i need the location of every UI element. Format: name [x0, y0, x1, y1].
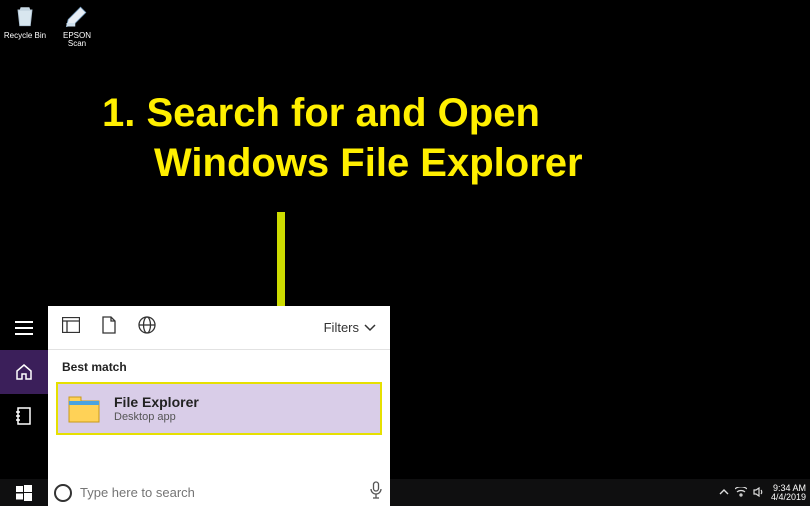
- instruction-annotation: 1. Search for and Open Windows File Expl…: [102, 88, 583, 188]
- instruction-line-1: 1. Search for and Open: [102, 88, 583, 138]
- home-icon: [15, 363, 33, 381]
- best-match-heading: Best match: [48, 350, 390, 382]
- windows-logo-icon: [16, 485, 32, 501]
- document-icon: [102, 316, 116, 334]
- tray-chevron-icon[interactable]: [719, 488, 729, 498]
- search-result-texts: File Explorer Desktop app: [114, 394, 199, 423]
- search-input[interactable]: [80, 485, 362, 500]
- home-button[interactable]: [0, 350, 48, 394]
- filters-button[interactable]: Filters: [324, 320, 376, 335]
- cortana-icon: [54, 484, 72, 502]
- apps-icon: [62, 317, 80, 333]
- search-panel-area: Filters Best match File Explorer Desktop…: [0, 306, 390, 506]
- scanner-icon: [63, 2, 91, 30]
- menu-button[interactable]: [0, 306, 48, 350]
- file-explorer-icon: [68, 395, 100, 423]
- taskbar: [0, 479, 810, 506]
- web-scope-button[interactable]: [138, 316, 156, 339]
- desktop-icon-recycle-bin[interactable]: Recycle Bin: [2, 2, 48, 48]
- notebook-button[interactable]: [0, 394, 48, 438]
- apps-scope-button[interactable]: [62, 317, 80, 338]
- desktop-icon-label: EPSON Scan: [54, 32, 100, 48]
- chevron-down-icon: [364, 324, 376, 332]
- instruction-line-2: Windows File Explorer: [102, 138, 583, 188]
- search-result-file-explorer[interactable]: File Explorer Desktop app: [56, 382, 382, 435]
- system-tray[interactable]: 9:34 AM 4/4/2019: [719, 484, 806, 502]
- network-icon[interactable]: [735, 487, 747, 499]
- notebook-icon: [16, 407, 32, 425]
- cortana-left-rail: [0, 306, 48, 479]
- filters-label: Filters: [324, 320, 359, 335]
- globe-icon: [138, 316, 156, 334]
- search-results-panel: Filters Best match File Explorer Desktop…: [48, 306, 390, 479]
- search-scope-bar: Filters: [48, 306, 390, 350]
- taskbar-clock[interactable]: 9:34 AM 4/4/2019: [771, 484, 806, 502]
- hamburger-icon: [15, 321, 33, 335]
- desktop-icon-label: Recycle Bin: [4, 32, 46, 40]
- desktop-icons: Recycle Bin EPSON Scan: [2, 2, 100, 48]
- desktop-icon-epson-scan[interactable]: EPSON Scan: [54, 2, 100, 48]
- search-result-title: File Explorer: [114, 394, 199, 410]
- taskbar-search-box[interactable]: [48, 479, 390, 506]
- microphone-icon: [370, 481, 382, 499]
- documents-scope-button[interactable]: [102, 316, 116, 339]
- start-button[interactable]: [0, 479, 48, 506]
- clock-date: 4/4/2019: [771, 493, 806, 502]
- volume-icon[interactable]: [753, 487, 765, 499]
- recycle-bin-icon: [11, 2, 39, 30]
- search-result-subtitle: Desktop app: [114, 411, 199, 423]
- microphone-button[interactable]: [370, 481, 382, 504]
